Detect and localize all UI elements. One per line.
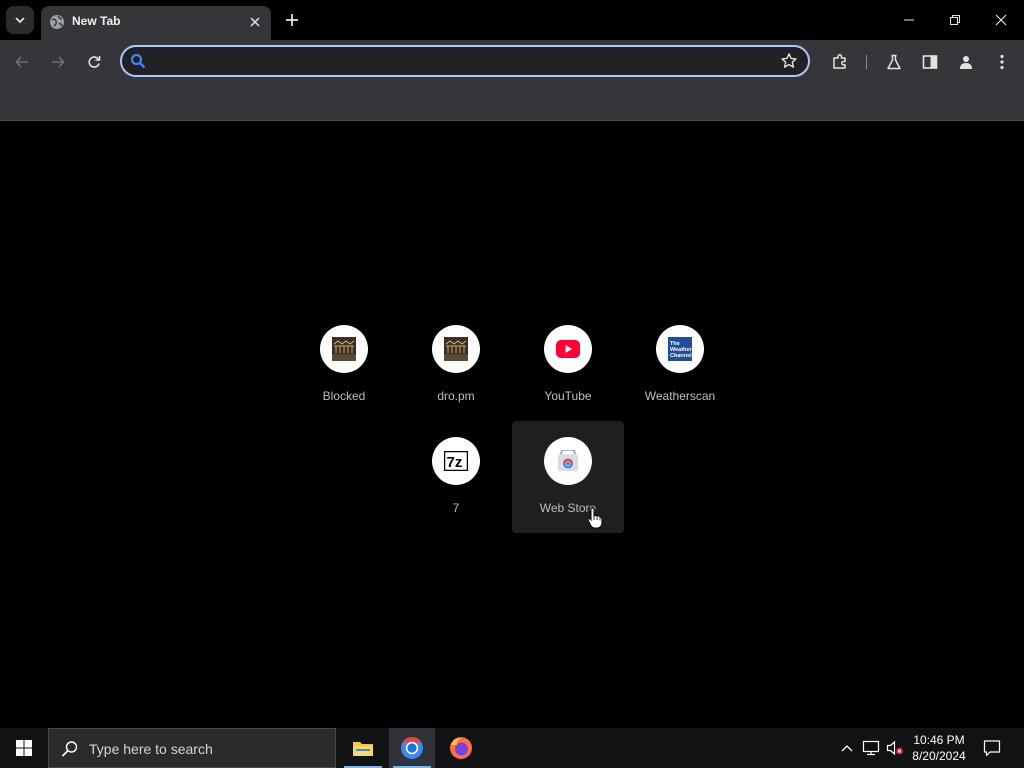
bookmark-star-icon[interactable] bbox=[780, 52, 798, 70]
restore-button[interactable] bbox=[932, 0, 978, 40]
chrome-menu-button[interactable] bbox=[989, 49, 1015, 75]
shortcut-icon-circle bbox=[320, 325, 368, 373]
tab-new-tab[interactable]: New Tab bbox=[41, 6, 271, 40]
network-icon bbox=[862, 740, 880, 756]
close-window-button[interactable] bbox=[978, 0, 1024, 40]
minimize-icon bbox=[904, 19, 914, 21]
reload-icon bbox=[88, 56, 101, 68]
extensions-button[interactable] bbox=[827, 49, 853, 75]
shortcut-icon-circle bbox=[544, 437, 592, 485]
chrome-icon bbox=[401, 737, 423, 759]
puzzle-icon bbox=[833, 54, 846, 69]
weather-channel-icon: The Weather Channel bbox=[668, 337, 692, 361]
reload-button[interactable] bbox=[80, 48, 108, 76]
taskbar: Type here to search 10:46 PM 8/20/2024 bbox=[0, 728, 1024, 768]
toolbar bbox=[0, 40, 1024, 84]
chevron-up-icon bbox=[841, 745, 853, 752]
volume-muted-icon bbox=[886, 740, 903, 756]
taskbar-firefox[interactable] bbox=[438, 728, 484, 768]
shortcut-icon-circle: The Weather Channel bbox=[656, 325, 704, 373]
shortcut-icon-circle bbox=[544, 325, 592, 373]
tab-search-button[interactable] bbox=[6, 6, 34, 34]
side-panel-icon bbox=[922, 55, 938, 69]
taskbar-chrome[interactable] bbox=[389, 728, 435, 768]
profile-icon bbox=[960, 56, 972, 69]
shortcut-icon-circle bbox=[432, 325, 480, 373]
start-button[interactable] bbox=[0, 728, 48, 768]
7zip-icon: 7z bbox=[444, 451, 468, 471]
labs-button[interactable] bbox=[881, 49, 907, 75]
more-vert-icon bbox=[1000, 54, 1004, 70]
taskbar-search-placeholder: Type here to search bbox=[89, 741, 213, 757]
folder-icon bbox=[353, 742, 373, 756]
bookmarks-bar bbox=[0, 84, 1024, 121]
restore-icon bbox=[950, 15, 960, 25]
plus-icon bbox=[286, 14, 298, 26]
web-store-icon bbox=[558, 450, 578, 471]
arrow-right-icon bbox=[52, 56, 65, 68]
windows-logo-icon bbox=[16, 740, 32, 756]
back-button[interactable] bbox=[8, 48, 36, 76]
youtube-icon bbox=[556, 340, 580, 358]
close-icon bbox=[250, 17, 260, 27]
shortcut-label: Weatherscan bbox=[644, 389, 716, 403]
site-thumbnail-icon bbox=[444, 337, 468, 361]
site-thumbnail-icon bbox=[332, 337, 356, 361]
taskbar-file-explorer[interactable] bbox=[340, 728, 386, 768]
arrow-left-icon bbox=[15, 56, 28, 68]
close-icon bbox=[995, 14, 1007, 26]
flask-icon bbox=[887, 54, 901, 70]
shortcut-tile-web-store[interactable]: Web Store bbox=[512, 421, 624, 533]
notifications-button[interactable] bbox=[978, 728, 1006, 768]
shortcut-icon-circle: 7z bbox=[432, 437, 480, 485]
hand-cursor-icon bbox=[587, 507, 603, 529]
volume-button[interactable] bbox=[884, 728, 906, 768]
taskbar-clock[interactable]: 10:46 PM 8/20/2024 bbox=[906, 732, 972, 764]
shortcut-tile-blocked[interactable]: Blocked bbox=[288, 309, 400, 421]
search-icon bbox=[61, 741, 78, 757]
shortcut-tile-dro-pm[interactable]: dro.pm bbox=[400, 309, 512, 421]
tab-strip: New Tab bbox=[0, 0, 1024, 40]
profile-button[interactable] bbox=[953, 49, 979, 75]
forward-button[interactable] bbox=[44, 48, 72, 76]
firefox-icon bbox=[450, 737, 472, 759]
shortcut-label: Blocked bbox=[322, 389, 366, 403]
7zip-icon-text: 7z bbox=[447, 454, 463, 471]
search-icon bbox=[130, 53, 146, 69]
toolbar-divider bbox=[866, 55, 867, 69]
clock-time: 10:46 PM bbox=[913, 733, 965, 747]
omnibox[interactable] bbox=[120, 45, 810, 77]
shortcut-label: Web Store bbox=[539, 501, 597, 515]
globe-icon bbox=[50, 15, 64, 29]
address-input[interactable] bbox=[156, 51, 780, 73]
shortcut-label: 7 bbox=[452, 501, 460, 515]
svg-text:Channel: Channel bbox=[670, 353, 692, 359]
taskbar-search-box[interactable]: Type here to search bbox=[48, 728, 336, 768]
side-panel-button[interactable] bbox=[917, 49, 943, 75]
shortcut-label: YouTube bbox=[544, 389, 592, 403]
new-tab-button[interactable] bbox=[280, 8, 304, 32]
shortcut-tile-youtube[interactable]: YouTube bbox=[512, 309, 624, 421]
clock-date: 8/20/2024 bbox=[912, 749, 966, 763]
shortcut-tile-weatherscan[interactable]: The Weather Channel Weatherscan bbox=[624, 309, 736, 421]
shortcut-label: dro.pm bbox=[437, 389, 475, 403]
tab-close-button[interactable] bbox=[247, 14, 263, 30]
network-button[interactable] bbox=[860, 728, 882, 768]
shortcut-tile-7[interactable]: 7z 7 bbox=[400, 421, 512, 533]
show-hidden-icons-button[interactable] bbox=[838, 728, 856, 768]
chevron-down-icon bbox=[15, 17, 25, 24]
notification-icon bbox=[983, 740, 1001, 757]
minimize-button[interactable] bbox=[886, 0, 932, 40]
tab-title: New Tab bbox=[72, 14, 121, 28]
